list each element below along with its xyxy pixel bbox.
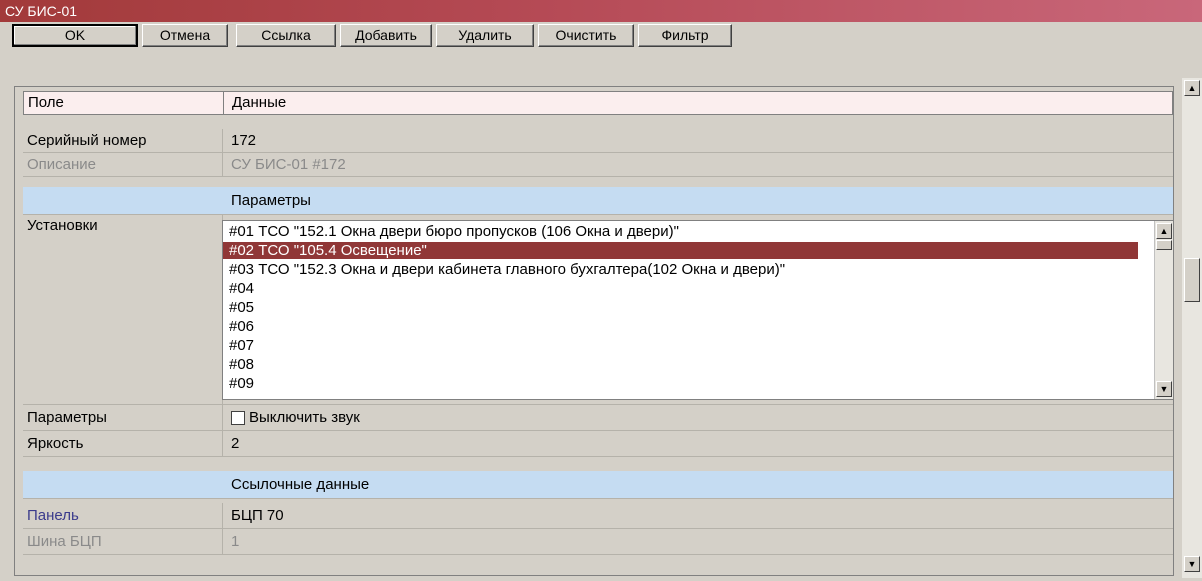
row-description: Описание СУ БИС-01 #172 [23, 153, 1173, 177]
description-value: СУ БИС-01 #172 [231, 156, 346, 173]
mute-sound-checkbox[interactable] [231, 411, 245, 426]
scroll-up-arrow-icon[interactable]: ▲ [1184, 80, 1200, 96]
settings-listbox[interactable]: #01 ТСО "152.1 Окна двери бюро пропусков… [222, 220, 1174, 400]
main-scrollbar[interactable]: ▲ ▼ [1182, 78, 1202, 578]
delete-button[interactable]: Удалить [436, 24, 534, 47]
scroll-down-arrow-icon[interactable]: ▼ [1184, 556, 1200, 572]
bus-value: 1 [231, 533, 240, 550]
row-brightness[interactable]: Яркость 2 [23, 431, 1173, 457]
settings-list-item[interactable]: #07 [223, 337, 1138, 354]
filter-button[interactable]: Фильтр [638, 24, 732, 47]
toolbar: OK Отмена Ссылка Добавить Удалить Очисти… [0, 22, 1202, 78]
settings-list-item[interactable]: #04 [223, 280, 1138, 297]
section-reference: Ссылочные данные [23, 471, 1173, 499]
section-parameters: Параметры [23, 187, 1173, 215]
serial-label: Серийный номер [23, 129, 223, 152]
ok-button[interactable]: OK [12, 24, 138, 47]
link-button[interactable]: Ссылка [236, 24, 336, 47]
section-parameters-label: Параметры [231, 192, 311, 209]
section-reference-label: Ссылочные данные [231, 476, 370, 493]
scroll-down-arrow-icon[interactable]: ▼ [1156, 381, 1172, 397]
window-title-bar: СУ БИС-01 [0, 0, 1202, 22]
mute-sound-label: Выключить звук [249, 409, 360, 426]
settings-list-item[interactable]: #01 ТСО "152.1 Окна двери бюро пропусков… [223, 223, 1138, 240]
settings-list-item[interactable]: #08 [223, 356, 1138, 373]
listbox-scroll-thumb[interactable] [1156, 240, 1172, 250]
clear-button[interactable]: Очистить [538, 24, 634, 47]
settings-list-item[interactable]: #09 [223, 375, 1138, 392]
grid-header: Поле Данные [23, 91, 1173, 115]
mute-sound-option[interactable]: Выключить звук [223, 405, 1173, 430]
settings-label: Установки [23, 215, 223, 404]
brightness-label: Яркость [23, 431, 223, 456]
cancel-button[interactable]: Отмена [142, 24, 228, 47]
listbox-scrollbar[interactable]: ▲ ▼ [1154, 221, 1173, 399]
description-label: Описание [23, 153, 223, 176]
settings-list-item[interactable]: #02 ТСО "105.4 Освещение" [223, 242, 1138, 259]
panel-value[interactable]: БЦП 70 [223, 503, 1173, 528]
scroll-up-arrow-icon[interactable]: ▲ [1156, 223, 1172, 239]
params-label: Параметры [23, 405, 223, 430]
row-panel[interactable]: Панель БЦП 70 [23, 503, 1173, 529]
window-title: СУ БИС-01 [5, 3, 78, 19]
bus-label: Шина БЦП [23, 529, 223, 554]
settings-list-item[interactable]: #06 [223, 318, 1138, 335]
add-button[interactable]: Добавить [340, 24, 432, 47]
main-scroll-thumb[interactable] [1184, 258, 1200, 302]
panel-label[interactable]: Панель [23, 503, 223, 528]
settings-list-item[interactable]: #05 [223, 299, 1138, 316]
row-params: Параметры Выключить звук [23, 405, 1173, 431]
row-bus: Шина БЦП 1 [23, 529, 1173, 555]
header-data: Данные [232, 94, 287, 111]
brightness-value[interactable]: 2 [223, 431, 1173, 456]
row-serial[interactable]: Серийный номер 172 [23, 129, 1173, 153]
header-field: Поле [24, 92, 224, 114]
settings-list-item[interactable]: #03 ТСО "152.3 Окна и двери кабинета гла… [223, 261, 1138, 278]
serial-value[interactable]: 172 [223, 129, 1173, 152]
